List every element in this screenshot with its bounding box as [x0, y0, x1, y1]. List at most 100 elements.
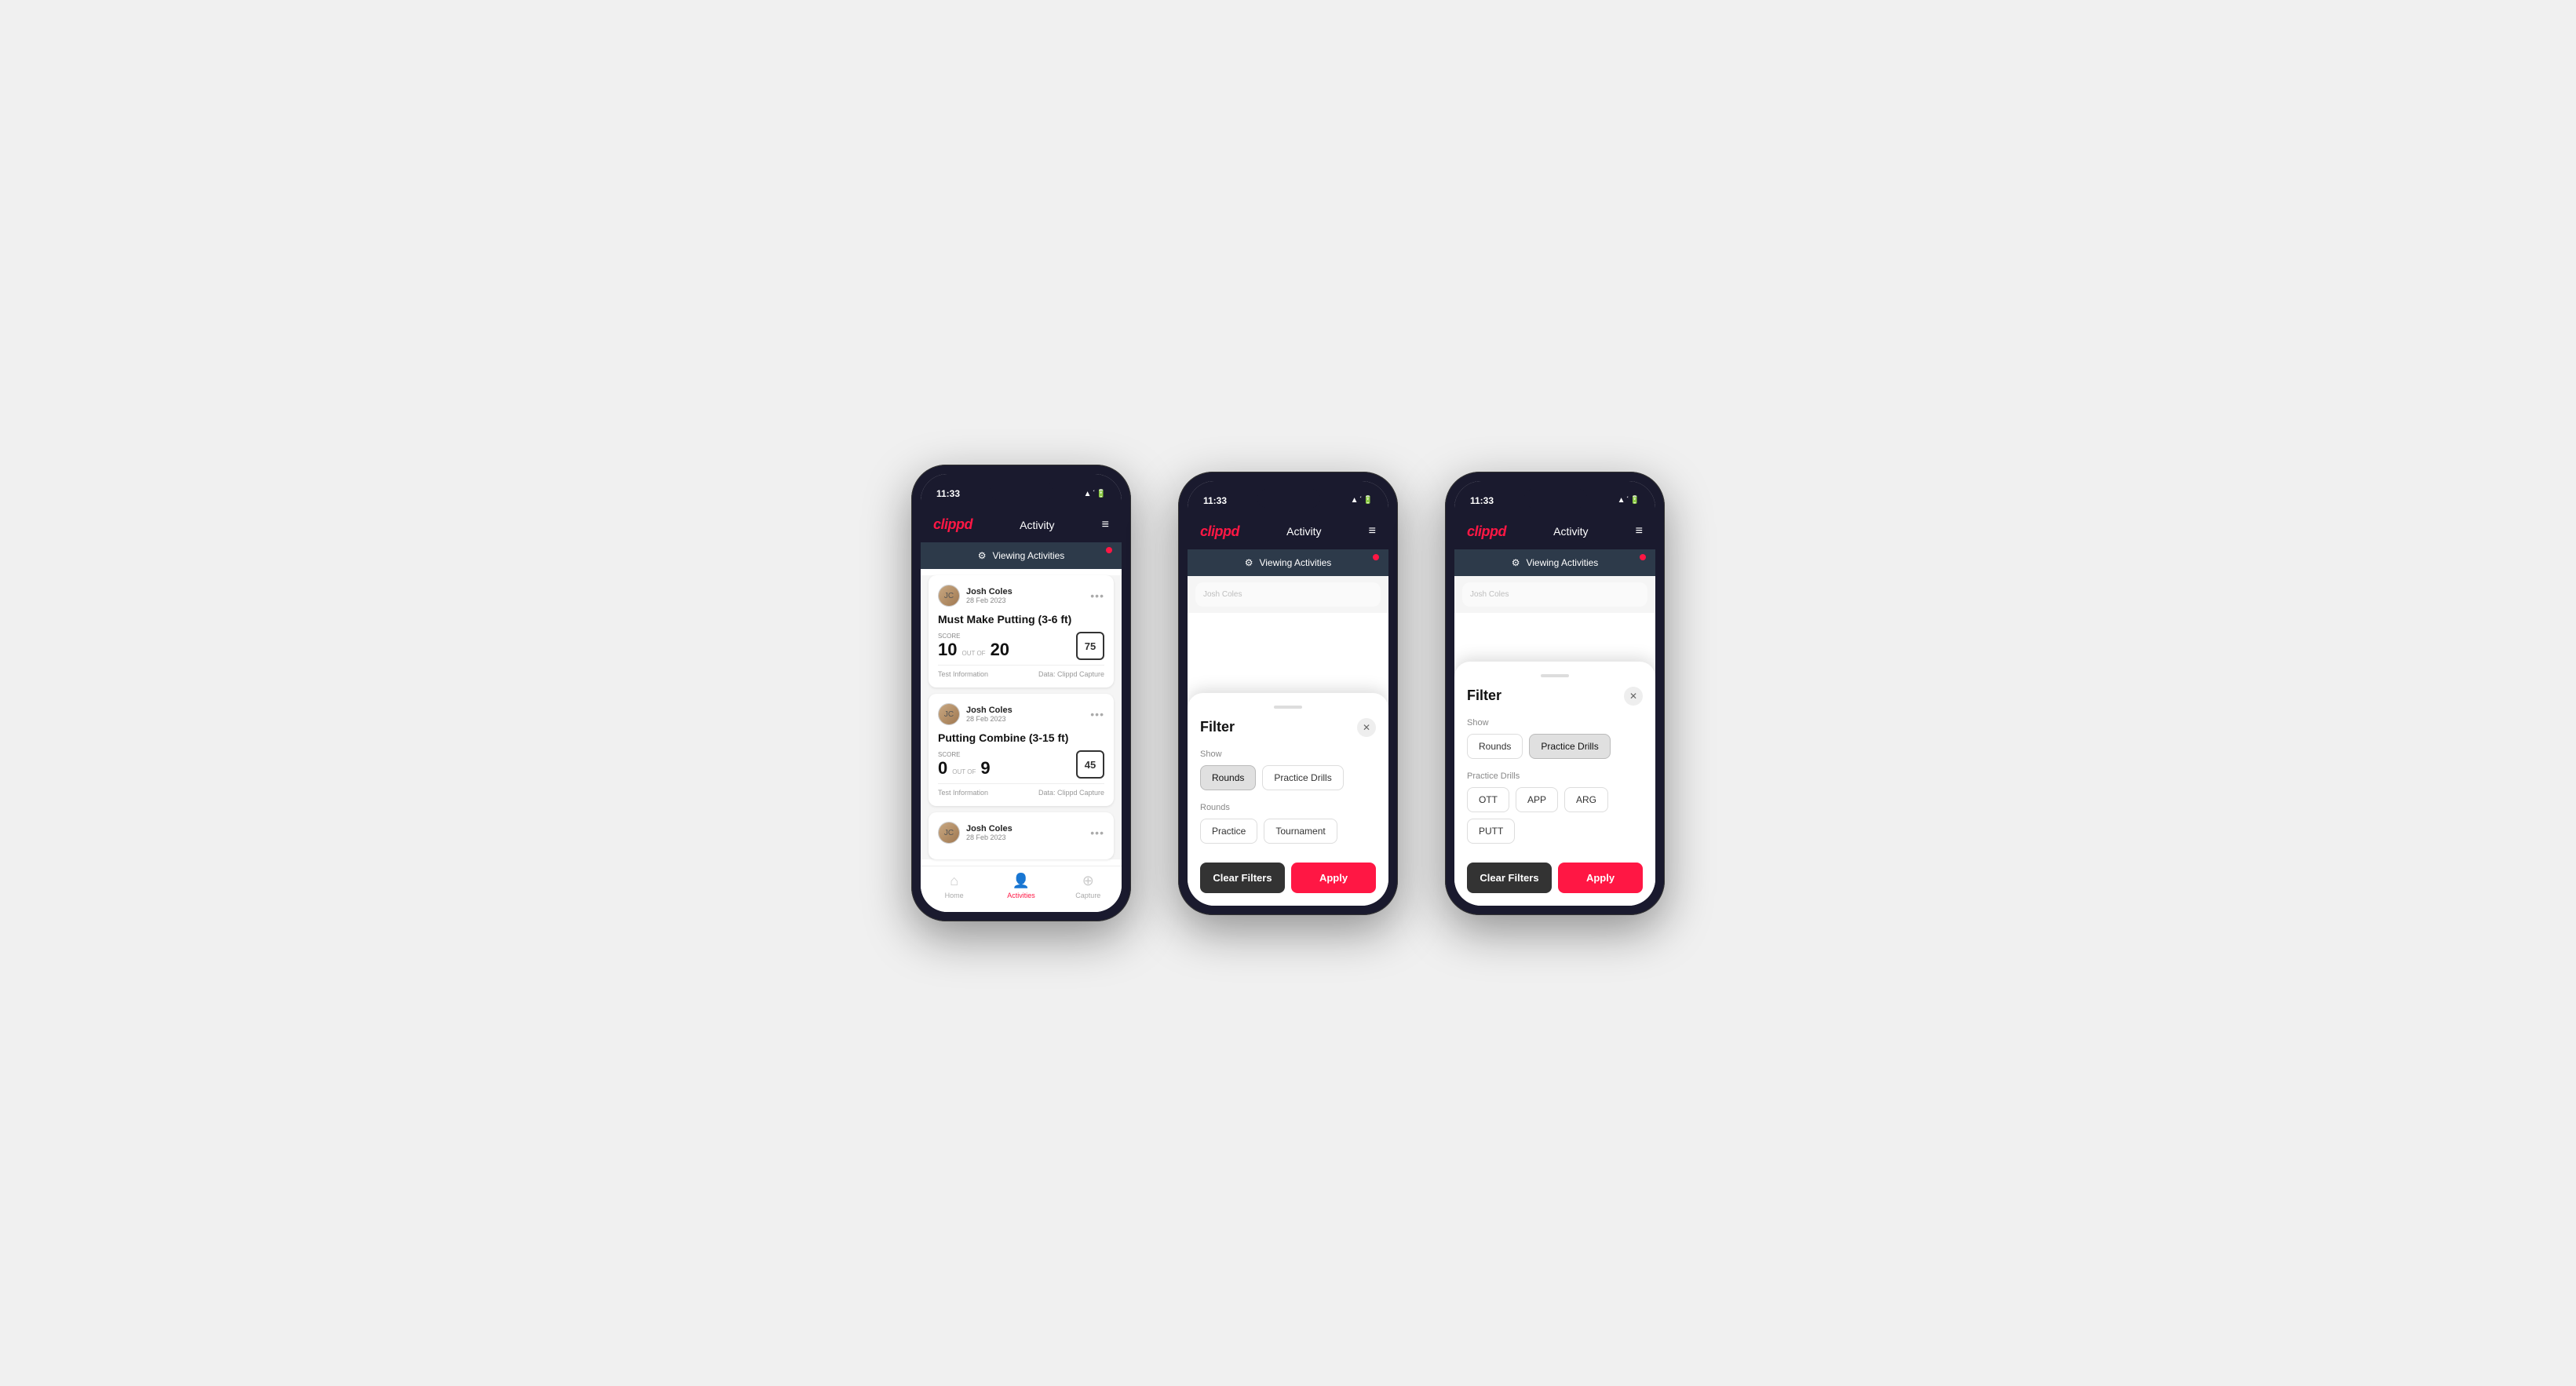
more-dots-3[interactable]: ••• — [1090, 826, 1104, 839]
score-value-1: 10 — [938, 640, 957, 660]
capture-label-1: Capture — [1075, 892, 1100, 899]
practice-drills-btn-3[interactable]: Practice Drills — [1529, 734, 1610, 759]
clear-filters-btn-3[interactable]: Clear Filters — [1467, 863, 1552, 893]
rounds-btn-3[interactable]: Rounds — [1467, 734, 1523, 759]
phone-3: 11:33 ▲ ᷾ 🔋 clippd Activity ≡ ⚙ Viewing … — [1445, 472, 1665, 915]
logo-1: clippd — [933, 516, 972, 533]
phone-3-inner: 11:33 ▲ ᷾ 🔋 clippd Activity ≡ ⚙ Viewing … — [1454, 481, 1655, 906]
info-label-2: Test Information — [938, 789, 988, 797]
menu-icon-2[interactable]: ≡ — [1369, 524, 1376, 538]
notification-dot-1 — [1106, 547, 1112, 553]
ott-btn-3[interactable]: OTT — [1467, 787, 1509, 812]
status-time-3: 11:33 — [1470, 495, 1494, 506]
apply-btn-2[interactable]: Apply — [1291, 863, 1376, 893]
avatar-2: JC — [938, 703, 960, 725]
rounds-section-label-2: Rounds — [1200, 803, 1376, 812]
putt-btn-3[interactable]: PUTT — [1467, 819, 1515, 844]
viewing-banner-2[interactable]: ⚙ Viewing Activities — [1188, 549, 1388, 576]
logo-3: clippd — [1467, 523, 1506, 540]
filter-modal-2: Filter ✕ Show Rounds Practice Drills Rou… — [1188, 693, 1388, 906]
practice-drills-section-3: Practice Drills OTT APP ARG PUTT — [1467, 771, 1643, 844]
clear-filters-btn-2[interactable]: Clear Filters — [1200, 863, 1285, 893]
close-button-3[interactable]: ✕ — [1624, 687, 1643, 706]
viewing-label-1: Viewing Activities — [992, 550, 1064, 561]
rounds-buttons-2: Practice Tournament — [1200, 819, 1376, 844]
phone-content-wrapper-3: Josh Coles Filter ✕ Show Rounds Practic — [1454, 576, 1655, 906]
filter-title-3: Filter — [1467, 688, 1501, 704]
user-date-1: 28 Feb 2023 — [966, 596, 1013, 604]
close-button-2[interactable]: ✕ — [1357, 718, 1376, 737]
home-icon-1: ⌂ — [950, 873, 958, 889]
practice-drills-section-label-3: Practice Drills — [1467, 771, 1643, 781]
nav-activities-1[interactable]: 👤 Activities — [987, 873, 1054, 899]
activity-title-2: Putting Combine (3-15 ft) — [938, 731, 1104, 744]
dynamic-island-2 — [1257, 489, 1320, 508]
filter-handle-3 — [1541, 674, 1569, 677]
filter-header-2: Filter ✕ — [1200, 718, 1376, 737]
arg-btn-3[interactable]: ARG — [1564, 787, 1608, 812]
activity-title-1: Must Make Putting (3-6 ft) — [938, 613, 1104, 626]
activity-card-2: JC Josh Coles 28 Feb 2023 ••• Putting Co… — [929, 694, 1114, 806]
status-bar-2: 11:33 ▲ ᷾ 🔋 — [1188, 481, 1388, 517]
nav-home-1[interactable]: ⌂ Home — [921, 873, 987, 899]
user-info-1: JC Josh Coles 28 Feb 2023 — [938, 585, 1013, 607]
filter-icon-1: ⚙ — [978, 550, 987, 561]
rounds-section-2: Rounds Practice Tournament — [1200, 803, 1376, 844]
filter-actions-3: Clear Filters Apply — [1467, 863, 1643, 893]
avatar-1: JC — [938, 585, 960, 607]
user-info-3: JC Josh Coles 28 Feb 2023 — [938, 822, 1013, 844]
show-label-2: Show — [1200, 750, 1376, 759]
filter-header-3: Filter ✕ — [1467, 687, 1643, 706]
status-icons-1: ▲ ᷾ 🔋 — [1084, 490, 1106, 498]
activity-card-3: JC Josh Coles 28 Feb 2023 ••• — [929, 812, 1114, 859]
app-header-2: clippd Activity ≡ — [1188, 517, 1388, 549]
show-buttons-3: Rounds Practice Drills — [1467, 734, 1643, 759]
card-header-1: JC Josh Coles 28 Feb 2023 ••• — [938, 585, 1104, 607]
filter-icon-2: ⚙ — [1245, 557, 1253, 568]
outof-label-1: OUT OF — [961, 650, 985, 657]
menu-icon-3[interactable]: ≡ — [1636, 524, 1643, 538]
show-buttons-2: Rounds Practice Drills — [1200, 765, 1376, 790]
user-name-1: Josh Coles — [966, 587, 1013, 596]
avatar-3: JC — [938, 822, 960, 844]
status-bar-1: 11:33 ▲ ᷾ 🔋 — [921, 474, 1122, 510]
dimmed-card: Josh Coles — [1195, 582, 1381, 607]
score-value-2: 0 — [938, 758, 947, 779]
more-dots-1[interactable]: ••• — [1090, 589, 1104, 602]
phone-content-1: JC Josh Coles 28 Feb 2023 ••• Must Make … — [921, 575, 1122, 859]
user-info-2: JC Josh Coles 28 Feb 2023 — [938, 703, 1013, 725]
rounds-btn-2[interactable]: Rounds — [1200, 765, 1256, 790]
status-icons-3: ▲ ᷾ 🔋 — [1618, 496, 1640, 505]
card-footer-2: Test Information Data: Clippd Capture — [938, 783, 1104, 797]
capture-icon-1: ⊕ — [1082, 873, 1094, 889]
show-section-2: Show Rounds Practice Drills — [1200, 750, 1376, 790]
viewing-banner-3[interactable]: ⚙ Viewing Activities — [1454, 549, 1655, 576]
shots-value-2: 9 — [980, 758, 990, 779]
drill-buttons-3: OTT APP ARG PUTT — [1467, 787, 1643, 844]
user-name-3: Josh Coles — [966, 824, 1013, 833]
shot-quality-badge-1: 75 — [1076, 632, 1104, 660]
header-title-1: Activity — [1020, 519, 1054, 531]
phone-1-inner: 11:33 ▲ ᷾ 🔋 clippd Activity ≡ ⚙ Viewing … — [921, 474, 1122, 912]
apply-btn-3[interactable]: Apply — [1558, 863, 1643, 893]
outof-label-2: OUT OF — [952, 768, 976, 775]
filter-icon-3: ⚙ — [1512, 557, 1520, 568]
activities-label-1: Activities — [1007, 892, 1035, 899]
tournament-btn-2[interactable]: Tournament — [1264, 819, 1337, 844]
practice-drills-btn-2[interactable]: Practice Drills — [1262, 765, 1343, 790]
menu-icon-1[interactable]: ≡ — [1102, 518, 1109, 532]
more-dots-2[interactable]: ••• — [1090, 708, 1104, 720]
score-label-2: Score — [938, 751, 991, 758]
viewing-banner-1[interactable]: ⚙ Viewing Activities — [921, 542, 1122, 569]
practice-btn-2[interactable]: Practice — [1200, 819, 1257, 844]
info-label-1: Test Information — [938, 670, 988, 678]
viewing-label-3: Viewing Activities — [1526, 557, 1598, 568]
status-icons-2: ▲ ᷾ 🔋 — [1351, 496, 1373, 505]
dimmed-card-3: Josh Coles — [1462, 582, 1647, 607]
app-header-3: clippd Activity ≡ — [1454, 517, 1655, 549]
nav-capture-1[interactable]: ⊕ Capture — [1055, 873, 1122, 899]
filter-title-2: Filter — [1200, 719, 1235, 735]
filter-actions-2: Clear Filters Apply — [1200, 863, 1376, 893]
app-btn-3[interactable]: APP — [1516, 787, 1558, 812]
phone-content-wrapper-2: Josh Coles Filter ✕ Show Rounds Practic — [1188, 576, 1388, 906]
